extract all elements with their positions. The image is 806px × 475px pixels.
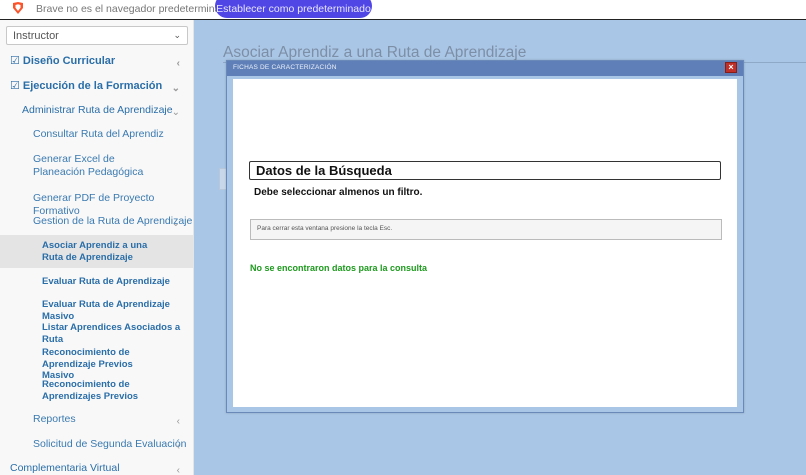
sidebar-item-label: Ejecución de la Formación — [22, 80, 163, 92]
sidebar-item-reconocimiento-masivo[interactable]: Reconocimiento de Aprendizaje Previos Ma… — [0, 347, 193, 382]
sidebar-item-consultar-ruta[interactable]: Consultar Ruta del Aprendiz — [0, 128, 193, 141]
chevron-left-icon: ‹ — [176, 441, 180, 452]
sidebar-item-label: Reconocimiento de Aprendizajes Previos — [42, 379, 139, 402]
sidebar-item-label: Asociar Aprendiz a una Ruta de Aprendiza… — [42, 240, 148, 263]
sidebar-item-asociar-aprendiz[interactable]: Asociar Aprendiz a una Ruta de Aprendiza… — [0, 235, 193, 268]
sidebar-item-label: Evaluar Ruta de Aprendizaje — [42, 276, 170, 287]
modal-title: FICHAS DE CARACTERIZACIÓN — [233, 64, 337, 71]
sidebar-item-label: Reconocimiento de Aprendizaje Previos Ma… — [42, 347, 133, 381]
sidebar: Instructor ⌄ ☑ Diseño Curricular ‹ ☑ Ejecu… — [0, 20, 194, 475]
sidebar-item-evaluar-ruta-masivo[interactable]: Evaluar Ruta de Aprendizaje Masivo — [0, 299, 193, 322]
chevron-down-icon: ⌄ — [171, 83, 180, 94]
esc-close-note: Para cerrar esta ventana presione la tec… — [250, 219, 722, 240]
sidebar-item-segunda-evaluacion[interactable]: Solicitud de Segunda Evaluación ‹ — [0, 438, 193, 452]
sidebar-item-diseno-curricular[interactable]: ☑ Diseño Curricular ‹ — [0, 55, 193, 69]
sidebar-item-label: Generar PDF de Proyecto Formativo — [33, 192, 155, 217]
chevron-left-icon: ‹ — [176, 58, 180, 69]
no-data-message: No se encontraron datos para la consulta — [250, 263, 428, 273]
edit-icon: ☑ — [10, 55, 20, 67]
sidebar-item-ejecucion-formacion[interactable]: ☑ Ejecución de la Formación ⌄ — [0, 80, 193, 94]
sidebar-item-label: Evaluar Ruta de Aprendizaje Masivo — [42, 299, 170, 322]
chevron-left-icon: ‹ — [176, 416, 180, 427]
edit-icon: ☑ — [10, 80, 20, 92]
modal-header: FICHAS DE CARACTERIZACIÓN × — [227, 61, 743, 76]
sidebar-item-reportes[interactable]: Reportes ‹ — [0, 413, 193, 427]
sidebar-item-evaluar-ruta[interactable]: Evaluar Ruta de Aprendizaje — [0, 276, 193, 288]
role-select[interactable]: Instructor ⌄ — [6, 26, 188, 45]
default-browser-message: Brave no es el navegador predeterminado — [36, 3, 233, 15]
brave-lion-icon — [13, 2, 23, 14]
search-results-title: Datos de la Búsqueda — [249, 161, 721, 180]
set-default-button[interactable]: Establecer como predeterminado — [215, 0, 372, 18]
sidebar-item-label: Consultar Ruta del Aprendiz — [33, 128, 164, 140]
fichas-modal: FICHAS DE CARACTERIZACIÓN × Datos de la … — [226, 60, 744, 413]
sidebar-item-reconocimiento-previos[interactable]: Reconocimiento de Aprendizajes Previos — [0, 379, 193, 402]
sidebar-item-label: Solicitud de Segunda Evaluación — [33, 438, 187, 450]
chevron-left-icon: ‹ — [176, 465, 180, 475]
modal-body: Datos de la Búsqueda Debe seleccionar al… — [233, 79, 737, 407]
sidebar-item-label: Complementaria Virtual — [10, 462, 120, 474]
sidebar-item-label: Reportes — [33, 413, 76, 425]
browser-default-bar: Brave no es el navegador predeterminado … — [0, 0, 806, 20]
chevron-down-icon: ⌄ — [171, 218, 180, 229]
sidebar-item-label: Diseño Curricular — [22, 55, 116, 67]
chevron-down-icon: ⌄ — [173, 30, 181, 40]
modal-frame: Datos de la Búsqueda Debe seleccionar al… — [227, 76, 743, 412]
sidebar-item-label: Gestion de la Ruta de Aprendizaje — [33, 215, 193, 227]
filter-warning: Debe seleccionar almenos un filtro. — [254, 187, 423, 198]
sidebar-item-label: Generar Excel de Planeación Pedagógica — [33, 153, 144, 178]
close-icon[interactable]: × — [725, 62, 737, 73]
role-select-value: Instructor — [13, 30, 59, 42]
sidebar-item-generar-excel[interactable]: Generar Excel de Planeación Pedagógica — [0, 153, 160, 179]
chevron-down-icon: ⌄ — [171, 107, 180, 118]
sidebar-item-administrar-ruta[interactable]: Administrar Ruta de Aprendizaje ⌄ — [0, 104, 193, 118]
sidebar-item-label: Listar Aprendices Asociados a Ruta — [42, 322, 181, 345]
sidebar-item-listar-aprendices[interactable]: Listar Aprendices Asociados a Ruta — [0, 322, 193, 345]
sidebar-item-label: Administrar Ruta de Aprendizaje — [22, 104, 173, 116]
sidebar-item-complementaria-virtual[interactable]: Complementaria Virtual ‹ — [0, 462, 193, 475]
sidebar-item-gestion-ruta[interactable]: Gestion de la Ruta de Aprendizaje ⌄ — [0, 215, 193, 229]
